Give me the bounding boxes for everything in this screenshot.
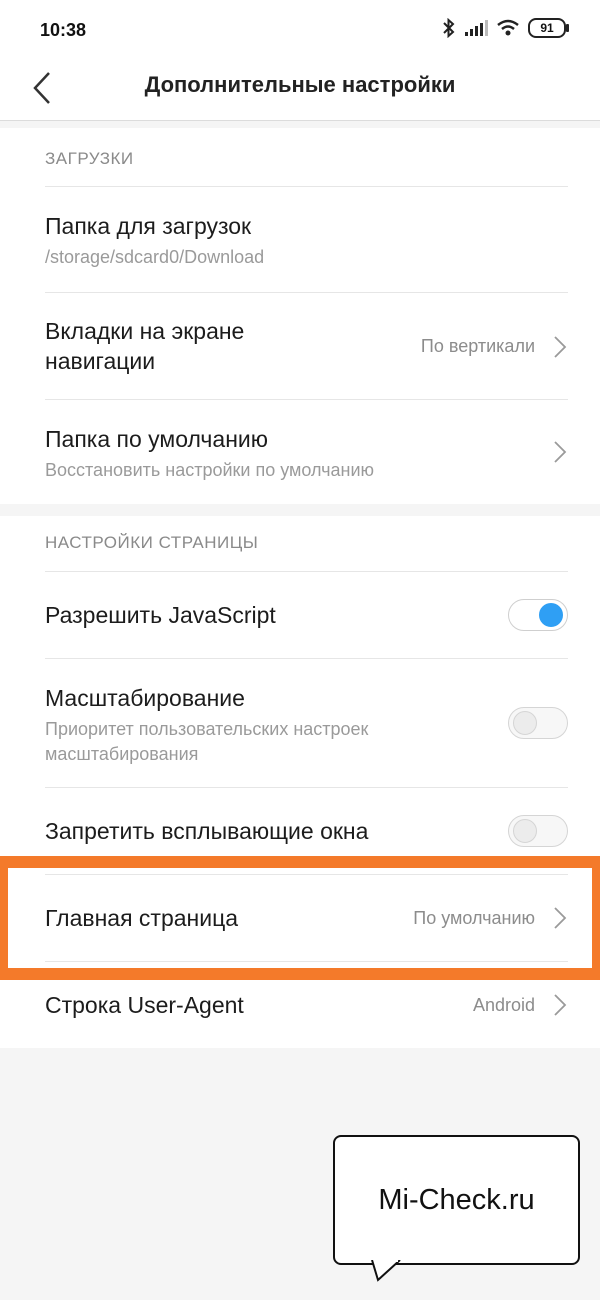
javascript-toggle[interactable] <box>508 599 568 631</box>
status-bar: 10:38 91 <box>0 0 600 60</box>
battery-icon: 91 <box>528 18 569 38</box>
watermark-bubble: Mi-Check.ru <box>333 1135 580 1265</box>
signal-icon <box>465 20 488 36</box>
default-folder-row[interactable]: Папка по умолчанию Восстановить настройк… <box>0 400 600 504</box>
user-agent-value: Android <box>472 995 535 1015</box>
javascript-row[interactable]: Разрешить JavaScript <box>0 572 600 658</box>
navigation-tabs-title-line1: Вкладки на экране <box>45 318 245 344</box>
homepage-row[interactable]: Главная страница По умолчанию <box>0 875 600 961</box>
page-settings-section: НАСТРОЙКИ СТРАНИЦЫ Разрешить JavaScript … <box>0 516 600 1048</box>
page-title: Дополнительные настройки <box>144 72 456 97</box>
popups-title: Запретить всплывающие окна <box>45 818 369 844</box>
download-folder-title: Папка для загрузок <box>45 213 252 239</box>
app-header: Дополнительные настройки <box>0 60 600 121</box>
chevron-right-icon <box>554 336 567 358</box>
popups-toggle[interactable] <box>508 815 568 847</box>
scaling-row[interactable]: Масштабирование Приоритет пользовательск… <box>0 659 600 787</box>
section-heading-page-settings: НАСТРОЙКИ СТРАНИЦЫ <box>45 533 259 552</box>
navigation-tabs-title-line2: навигации <box>45 348 156 374</box>
toggle-knob <box>539 603 563 627</box>
status-icons: 91 <box>442 18 569 38</box>
bubble-tail <box>371 1260 401 1282</box>
default-folder-title: Папка по умолчанию <box>45 426 268 452</box>
homepage-value: По умолчанию <box>413 908 535 928</box>
javascript-title: Разрешить JavaScript <box>45 602 276 628</box>
user-agent-row[interactable]: Строка User-Agent Android <box>0 962 600 1048</box>
toggle-knob <box>513 711 537 735</box>
scaling-subtitle-line1: Приоритет пользовательских настроек <box>45 719 369 739</box>
watermark-text: Mi-Check.ru <box>378 1184 535 1216</box>
bluetooth-icon <box>443 18 455 38</box>
status-time: 10:38 <box>40 20 87 40</box>
user-agent-title: Строка User-Agent <box>45 992 244 1018</box>
downloads-section: ЗАГРУЗКИ Папка для загрузок /storage/sdc… <box>0 128 600 504</box>
download-folder-path: /storage/sdcard0/Download <box>45 247 265 267</box>
homepage-title: Главная страница <box>45 905 239 931</box>
chevron-right-icon <box>554 994 567 1016</box>
section-heading-downloads: ЗАГРУЗКИ <box>45 149 134 168</box>
chevron-right-icon <box>554 907 567 929</box>
default-folder-subtitle: Восстановить настройки по умолчанию <box>45 460 375 480</box>
navigation-tabs-row[interactable]: Вкладки на экране навигации По вертикали <box>0 293 600 399</box>
scaling-toggle[interactable] <box>508 707 568 739</box>
navigation-tabs-value: По вертикали <box>420 336 535 356</box>
scaling-title: Масштабирование <box>45 685 245 711</box>
popups-row[interactable]: Запретить всплывающие окна <box>0 788 600 874</box>
chevron-right-icon <box>554 441 567 463</box>
toggle-knob <box>513 819 537 843</box>
wifi-icon <box>497 19 519 36</box>
download-folder-row[interactable]: Папка для загрузок /storage/sdcard0/Down… <box>0 187 600 291</box>
scaling-subtitle-line2: масштабирования <box>45 744 199 764</box>
